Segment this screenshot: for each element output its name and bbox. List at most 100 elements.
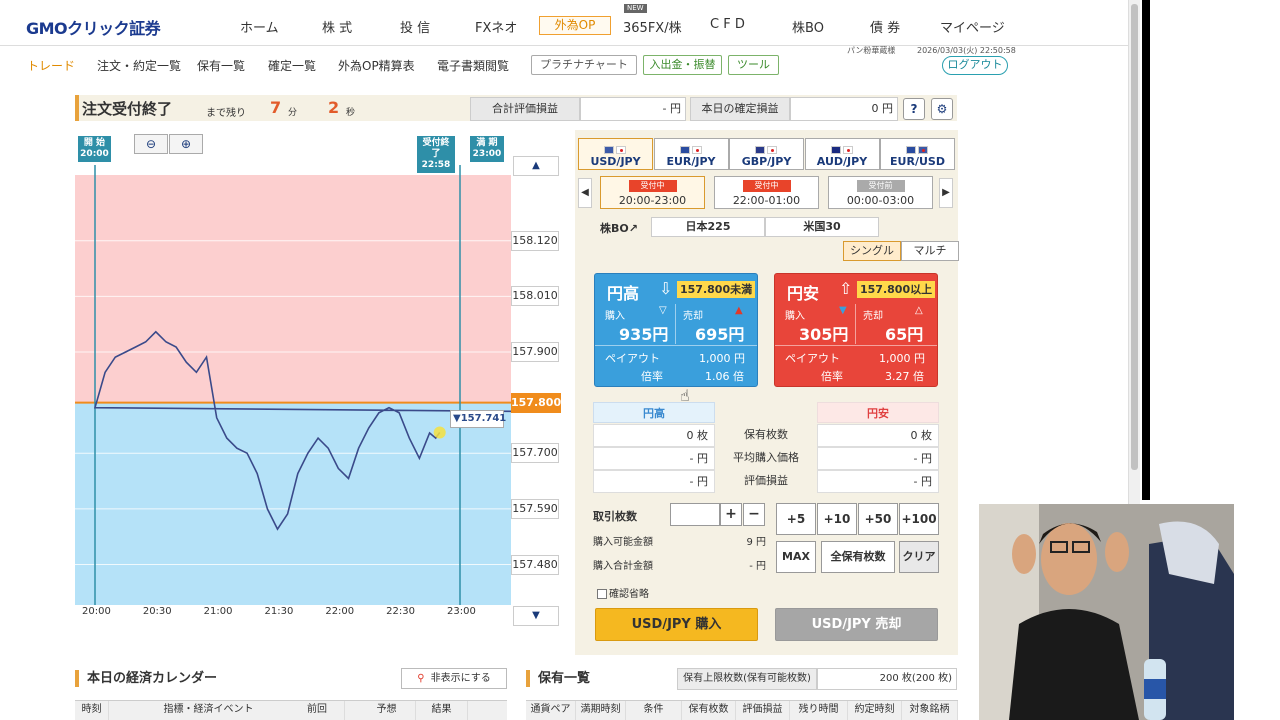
mode-single[interactable]: シングル — [843, 241, 901, 261]
header-stripe — [75, 95, 79, 121]
subnav-trade[interactable]: トレード — [27, 57, 75, 74]
x-tick-label: 22:30 — [386, 606, 415, 617]
time-slot-0[interactable]: 受付中 20:00-23:00 — [600, 176, 705, 209]
divider — [855, 304, 856, 344]
scrollbar-thumb[interactable] — [1131, 4, 1138, 470]
order-status: 注文受付終了 — [82, 100, 173, 118]
qty-plus100-button[interactable]: +100 — [899, 503, 939, 535]
window-edge — [1142, 0, 1150, 500]
logo[interactable]: GMOクリック証券 — [26, 15, 161, 39]
qty-minus-button[interactable]: − — [743, 503, 765, 526]
all-holdings-button[interactable]: 全保有枚数 — [821, 541, 895, 573]
divider — [775, 345, 937, 346]
nav-365fx[interactable]: 365FX/株 — [623, 17, 682, 36]
rate-value: 3.27 倍 — [885, 370, 924, 383]
gear-icon: ⚙ — [936, 102, 948, 116]
hide-calendar-button[interactable]: ⚲ 非表示にする — [401, 668, 507, 689]
new-badge: NEW — [624, 4, 647, 13]
flag-icon — [679, 143, 702, 154]
subnav-orders[interactable]: 注文・約定一覧 — [97, 57, 181, 74]
nav-funds[interactable]: 投 信 — [400, 17, 430, 36]
skip-confirm-label: 確認省略 — [609, 589, 649, 600]
nav-mypage[interactable]: マイページ — [940, 17, 1005, 36]
qty-plus5-button[interactable]: +5 — [776, 503, 816, 535]
subnav-holdings[interactable]: 保有一覧 — [197, 57, 245, 74]
tools-button[interactable]: ツール — [728, 55, 779, 75]
total-value: - 円 — [749, 561, 766, 572]
slot-time: 00:00-03:00 — [846, 194, 915, 207]
hide-label: 非表示にする — [430, 673, 491, 684]
platinum-chart-button[interactable]: プラチナチャート — [531, 55, 637, 75]
nav-stocks[interactable]: 株 式 — [322, 17, 352, 36]
deposit-button[interactable]: 入出金・振替 — [643, 55, 722, 75]
qty-plus10-button[interactable]: +10 — [817, 503, 857, 535]
card-condition: 157.800未満 — [677, 281, 756, 298]
calendar-col-event: 指標・経済イベント — [109, 701, 309, 720]
logout-button[interactable]: ログアウト — [942, 56, 1008, 75]
position-high-qty: 0 枚 — [593, 424, 715, 447]
subnav-documents[interactable]: 電子書類閲覧 — [437, 57, 509, 74]
x-tick-label: 20:30 — [142, 606, 172, 617]
clear-button[interactable]: クリア — [899, 541, 939, 573]
buy-button[interactable]: USD/JPY 購入 — [595, 608, 758, 641]
slot-prev-button[interactable]: ◀ — [578, 178, 592, 208]
x-tick-label: 23:00 — [447, 606, 476, 617]
time-slot-2[interactable]: 受付前 00:00-03:00 — [828, 176, 933, 209]
qty-input[interactable] — [670, 503, 720, 526]
triangle-up-icon: ▲ — [735, 305, 743, 316]
subnav-settlement-table[interactable]: 外為OP精算表 — [338, 57, 415, 74]
max-button[interactable]: MAX — [776, 541, 816, 573]
skip-confirm-checkbox[interactable] — [597, 589, 607, 599]
flag-icon — [755, 143, 777, 154]
flag-icon — [604, 143, 626, 154]
sell-label: 売却 — [683, 311, 703, 322]
subnav-settled[interactable]: 確定一覧 — [268, 57, 316, 74]
skip-confirm[interactable]: 確認省略 — [597, 585, 649, 600]
current-price-label: ▼157.741 — [450, 410, 506, 428]
nav-fx-option[interactable]: 外為OP — [539, 16, 611, 35]
kabubo-link[interactable]: 株BO↗ — [600, 220, 638, 236]
time-slot-1[interactable]: 受付中 22:00-01:00 — [714, 176, 819, 209]
zoom-out-button[interactable]: ⊖ — [134, 134, 168, 154]
triangle-down-icon: ▼ — [839, 305, 847, 316]
seconds-unit: 秒 — [346, 108, 356, 118]
nav-cfd[interactable]: C F D — [710, 17, 745, 32]
qty-label: 取引枚数 — [593, 510, 637, 523]
index-us30[interactable]: 米国30 — [765, 217, 879, 237]
buy-price: 305円 — [799, 325, 849, 344]
mode-multi[interactable]: マルチ — [901, 241, 959, 261]
zoom-in-icon: ⊕ — [180, 137, 192, 151]
position-low-header: 円安 — [817, 402, 939, 423]
yen-high-card[interactable]: 円高 ⇩ 157.800未満 購入 ▽ 935円 売却 ▲ 695円 ペイアウト… — [594, 273, 758, 387]
nav-bonds[interactable]: 債 券 — [870, 17, 900, 36]
pin-icon: ⚲ — [417, 673, 425, 684]
nav-home[interactable]: ホーム — [240, 17, 279, 36]
eval-pl-value: - 円 — [580, 97, 686, 121]
zoom-in-button[interactable]: ⊕ — [169, 134, 203, 154]
nav-fxneo[interactable]: FXネオ — [475, 17, 517, 36]
index-nikkei225[interactable]: 日本225 — [651, 217, 765, 237]
start-time: 20:00 — [80, 149, 109, 159]
help-button[interactable]: ? — [903, 98, 925, 120]
scroll-down-button[interactable]: ▼ — [513, 606, 559, 626]
position-low-pl: - 円 — [817, 470, 939, 493]
nav-kabubo[interactable]: 株BO — [792, 17, 824, 36]
triangle-right-icon: ▶ — [942, 187, 950, 198]
expiry-label: 満 期 — [476, 138, 498, 148]
yen-low-card[interactable]: 円安 ⇧ 157.800以上 購入 ▼ 305円 売却 △ 65円 ペイアウト … — [774, 273, 938, 387]
settings-button[interactable]: ⚙ — [931, 98, 953, 120]
holdings-col-pair: 通貨ペア — [526, 701, 576, 720]
scroll-up-button[interactable]: ▲ — [513, 156, 559, 176]
sell-button[interactable]: USD/JPY 売却 — [775, 608, 938, 641]
qty-plus-button[interactable]: + — [720, 503, 742, 526]
position-row-label: 保有枚数 — [715, 424, 817, 447]
slot-next-button[interactable]: ▶ — [939, 178, 953, 208]
divider — [675, 304, 676, 344]
qty-plus50-button[interactable]: +50 — [858, 503, 898, 535]
x-tick-label: 22:00 — [325, 606, 355, 617]
webcam-person-hand — [1012, 534, 1036, 574]
calendar-col-time: 時刻 — [75, 701, 109, 720]
calendar-col-prev: 前回 — [290, 701, 345, 720]
payout-value: 1,000 円 — [879, 352, 925, 365]
triangle-down-icon: ▼ — [532, 610, 540, 621]
